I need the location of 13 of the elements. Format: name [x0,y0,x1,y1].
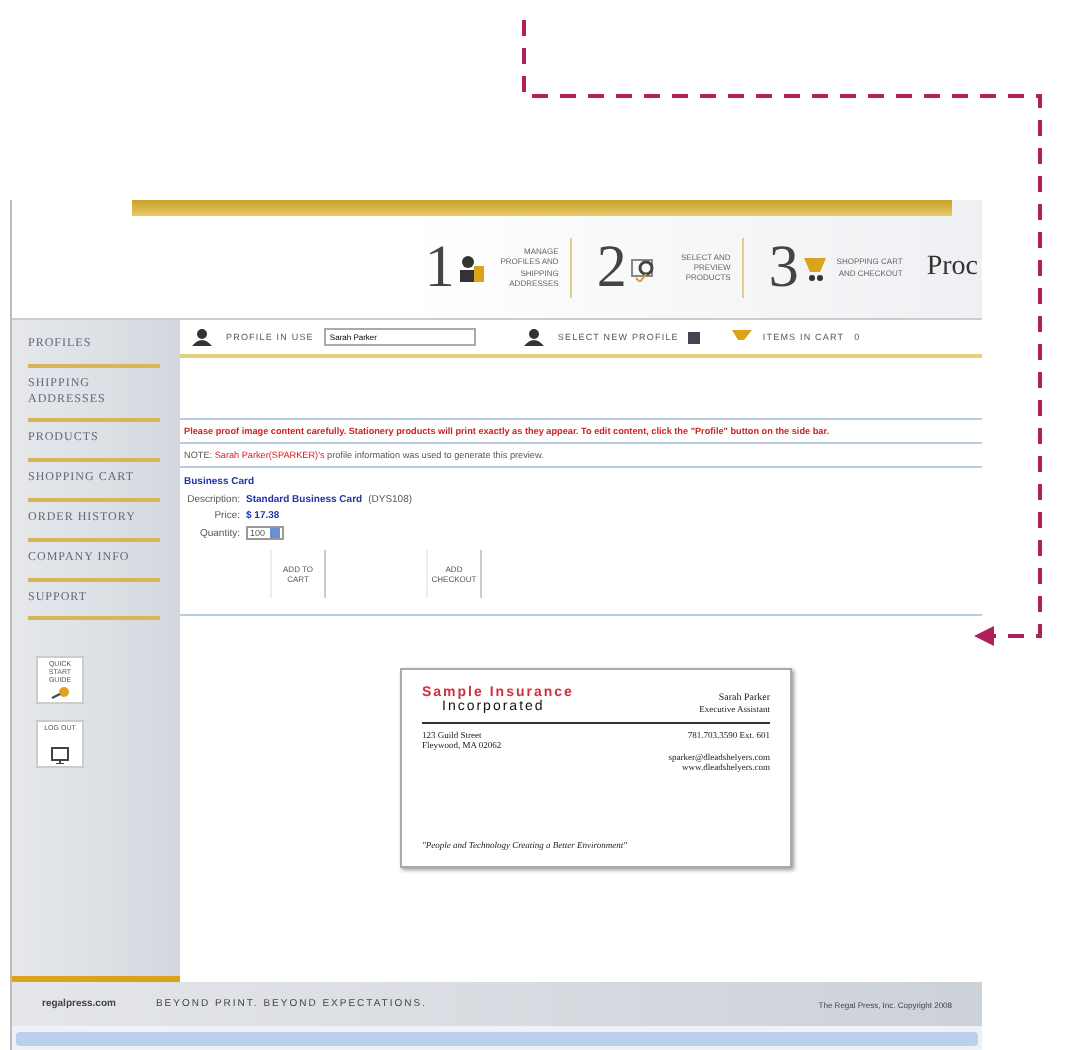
brand-name: Proc [926,251,978,283]
person-icon [523,328,548,346]
monitor-icon [50,746,70,765]
person-icon [458,253,487,281]
magnifier-icon [630,253,659,281]
scroll-bar[interactable] [12,1026,982,1050]
person-icon [192,328,216,346]
key-icon [50,686,70,701]
step-number: 1 [424,237,455,297]
step-number: 3 [768,237,799,297]
cart-icon [732,330,753,344]
cart-icon [802,253,831,281]
step-number: 2 [596,237,627,297]
